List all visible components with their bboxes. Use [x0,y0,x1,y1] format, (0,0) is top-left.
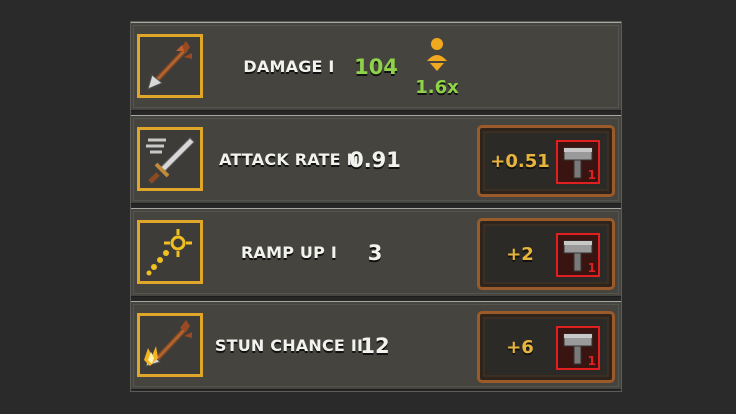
cost-count: 1 [587,168,596,182]
upgrade-value: 3 [367,240,383,265]
cost-count: 1 [587,354,596,368]
bonus-person-icon [427,38,447,71]
upgrade-bonus: +2 [506,243,534,265]
flaming-arrow-icon [137,313,203,377]
upgrade-value: 104 [354,54,398,79]
arrow-icon [137,34,203,98]
upgrade-button-ramp-up[interactable]: +2 1 [477,218,615,290]
upgrade-name: DAMAGE I [243,56,335,76]
cost-count: 1 [587,261,596,275]
upgrade-row-damage: DAMAGE I 104 1.6x [131,22,621,111]
upgrade-row-attack-rate: ATTACK RATE II 0.91 +0.51 1 [131,115,621,204]
multiplier-badge: 1.6x [414,37,460,98]
hammer-cost-badge: 1 [556,140,600,184]
upgrade-row-stun-chance: STUN CHANCE II 12 +6 1 [131,301,621,390]
upgrade-value: 12 [360,333,390,358]
hammer-cost-badge: 1 [556,326,600,370]
multiplier-value: 1.6x [415,77,459,98]
upgrade-bonus: +6 [506,336,534,358]
hammer-cost-badge: 1 [556,233,600,277]
crosshair-dots-icon [137,220,203,284]
upgrade-value: 0.91 [349,147,401,172]
upgrade-button-attack-rate[interactable]: +0.51 1 [477,125,615,197]
upgrade-button-stun-chance[interactable]: +6 1 [477,311,615,383]
upgrade-row-ramp-up: RAMP UP I 3 +2 1 [131,208,621,297]
upgrade-bonus: +0.51 [490,150,550,172]
sword-icon [137,127,203,191]
